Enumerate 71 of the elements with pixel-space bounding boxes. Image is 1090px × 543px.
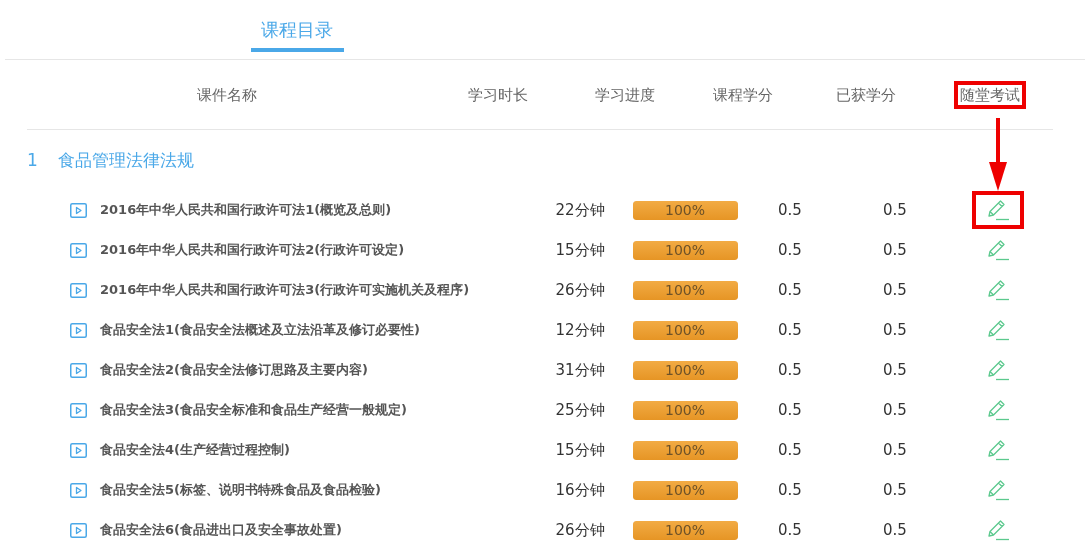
pencil-icon[interactable]	[986, 479, 1010, 501]
lesson-title[interactable]: 食品安全法2(食品安全法修订思路及主要内容)	[100, 361, 368, 379]
pencil-icon[interactable]	[986, 319, 1010, 341]
lesson-title[interactable]: 食品安全法4(生产经营过程控制)	[100, 441, 290, 459]
pencil-icon[interactable]	[986, 399, 1010, 421]
pencil-icon[interactable]	[986, 239, 1010, 261]
course-credit: 0.5	[777, 441, 803, 459]
column-header: 课件名称	[196, 84, 258, 106]
column-header: 已获学分	[835, 84, 897, 106]
progress-reading: 100%	[664, 320, 706, 340]
pencil-icon[interactable]	[986, 439, 1010, 461]
earned-credit: 0.5	[882, 201, 908, 219]
play-icon[interactable]	[70, 482, 87, 498]
lesson-title[interactable]: 2016年中华人民共和国行政许可法1(概览及总则)	[100, 201, 392, 219]
column-header: 学习时长	[467, 84, 529, 106]
section-title: 食品管理法律法规	[57, 148, 194, 172]
section-number: 1	[27, 150, 38, 170]
study-duration: 12分钟	[554, 320, 606, 340]
play-icon[interactable]	[70, 402, 87, 418]
play-icon[interactable]	[70, 442, 87, 458]
pencil-icon[interactable]	[986, 279, 1010, 301]
study-duration: 15分钟	[554, 240, 606, 260]
course-credit: 0.5	[777, 241, 803, 259]
lesson-title[interactable]: 2016年中华人民共和国行政许可法2(行政许可设定)	[100, 241, 405, 259]
earned-credit: 0.5	[882, 481, 908, 499]
progress-reading: 100%	[664, 200, 706, 220]
progress-reading: 100%	[664, 240, 706, 260]
play-icon[interactable]	[70, 322, 87, 338]
progress-reading: 100%	[664, 520, 706, 540]
lesson-title[interactable]: 食品安全法5(标签、说明书特殊食品及食品检验)	[100, 481, 381, 499]
study-duration: 22分钟	[554, 200, 606, 220]
lesson-title[interactable]: 食品安全法3(食品安全标准和食品生产经营一般规定)	[100, 401, 407, 419]
study-duration: 16分钟	[554, 480, 606, 500]
pencil-icon[interactable]	[986, 359, 1010, 381]
play-icon[interactable]	[70, 242, 87, 258]
earned-credit: 0.5	[882, 321, 908, 339]
course-credit: 0.5	[777, 361, 803, 379]
play-icon[interactable]	[70, 362, 87, 378]
study-duration: 25分钟	[554, 400, 606, 420]
play-icon[interactable]	[70, 202, 87, 218]
pencil-icon[interactable]	[986, 199, 1010, 221]
play-icon[interactable]	[70, 522, 87, 538]
study-duration: 26分钟	[554, 280, 606, 300]
study-duration: 26分钟	[554, 520, 606, 540]
play-icon[interactable]	[70, 282, 87, 298]
earned-credit: 0.5	[882, 521, 908, 539]
lesson-title[interactable]: 食品安全法6(食品进出口及安全事故处置)	[100, 521, 342, 539]
course-credit: 0.5	[777, 321, 803, 339]
study-duration: 31分钟	[554, 360, 606, 380]
progress-reading: 100%	[664, 440, 706, 460]
column-header: 随堂考试	[954, 80, 1026, 109]
earned-credit: 0.5	[882, 361, 908, 379]
earned-credit: 0.5	[882, 441, 908, 459]
pencil-icon[interactable]	[986, 519, 1010, 541]
progress-reading: 100%	[664, 400, 706, 420]
study-duration: 15分钟	[554, 440, 606, 460]
course-credit: 0.5	[777, 521, 803, 539]
earned-credit: 0.5	[882, 401, 908, 419]
progress-reading: 100%	[664, 280, 706, 300]
course-credit: 0.5	[777, 401, 803, 419]
column-header: 学习进度	[594, 84, 656, 106]
progress-reading: 100%	[664, 480, 706, 500]
course-credit: 0.5	[777, 201, 803, 219]
progress-reading: 100%	[664, 360, 706, 380]
lesson-title[interactable]: 食品安全法1(食品安全法概述及立法沿革及修订必要性)	[100, 321, 420, 339]
course-credit: 0.5	[777, 281, 803, 299]
course-credit: 0.5	[777, 481, 803, 499]
earned-credit: 0.5	[882, 241, 908, 259]
earned-credit: 0.5	[882, 281, 908, 299]
column-header: 课程学分	[712, 84, 774, 106]
lesson-title[interactable]: 2016年中华人民共和国行政许可法3(行政许可实施机关及程序)	[100, 281, 470, 299]
